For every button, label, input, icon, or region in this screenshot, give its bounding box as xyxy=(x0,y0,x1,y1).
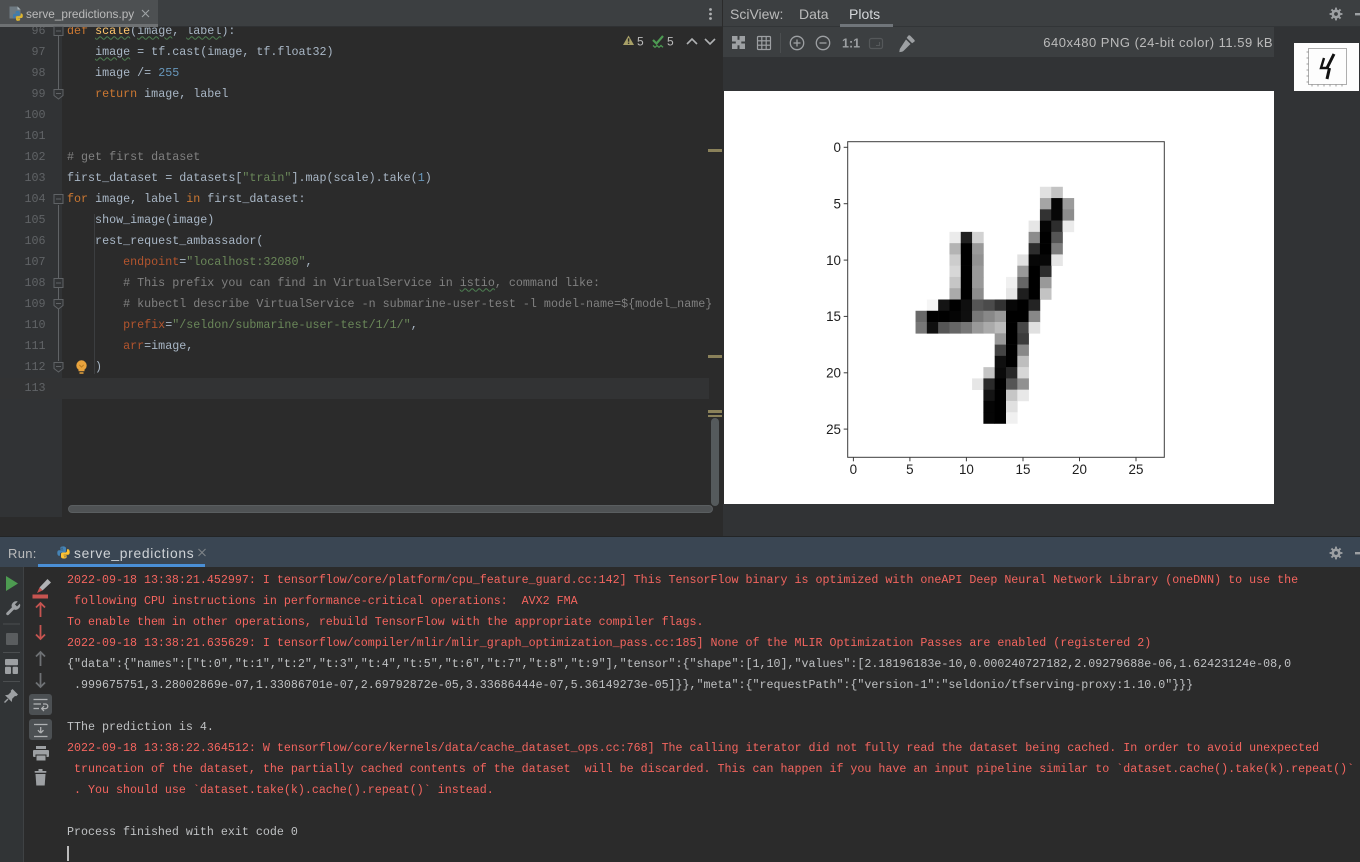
svg-text:0: 0 xyxy=(850,462,857,477)
svg-text:10: 10 xyxy=(959,462,974,477)
svg-text:20: 20 xyxy=(826,366,841,381)
svg-text:5: 5 xyxy=(906,462,913,477)
svg-text:5: 5 xyxy=(637,35,644,49)
svg-text:5: 5 xyxy=(834,196,841,211)
svg-text:20: 20 xyxy=(1072,462,1087,477)
svg-text:5: 5 xyxy=(667,35,674,49)
svg-text:25: 25 xyxy=(826,422,841,437)
svg-text:15: 15 xyxy=(826,309,841,324)
svg-text:25: 25 xyxy=(1129,462,1144,477)
svg-text:0: 0 xyxy=(834,140,841,155)
svg-text:15: 15 xyxy=(1016,462,1031,477)
svg-text:1:1: 1:1 xyxy=(842,37,860,51)
svg-text:10: 10 xyxy=(826,253,841,268)
